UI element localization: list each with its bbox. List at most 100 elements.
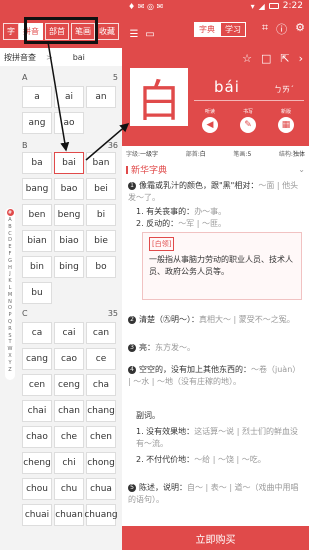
alphabet-index[interactable]: # A B C D E F G H J K L M N O P Q R S T W X Y Z bbox=[5, 208, 15, 380]
pinyin-cell[interactable]: biao bbox=[54, 230, 84, 252]
tab-zidian[interactable]: 字典 bbox=[194, 22, 220, 37]
share-icon[interactable]: ⇱ bbox=[280, 52, 289, 65]
tab-bushou[interactable]: 部首 bbox=[45, 22, 69, 40]
pinyin-cell[interactable]: ben bbox=[22, 204, 52, 226]
pinyin-cell[interactable]: chua bbox=[86, 478, 116, 500]
alphabet-index-item[interactable]: D bbox=[8, 237, 12, 244]
tab-shoucang[interactable]: 收藏 bbox=[95, 22, 119, 40]
pinyin-cell[interactable]: che bbox=[54, 426, 84, 448]
pinyin-cell[interactable]: ba bbox=[22, 152, 52, 174]
alphabet-index-item[interactable]: J bbox=[9, 271, 10, 278]
pinyin-cell[interactable]: chao bbox=[22, 426, 52, 448]
alphabet-index-item[interactable]: E bbox=[8, 244, 11, 251]
pinyin-cell[interactable]: bei bbox=[86, 178, 116, 200]
alphabet-index-item[interactable]: R bbox=[8, 326, 11, 333]
battery-icon bbox=[268, 3, 279, 9]
info-icon[interactable]: ⓘ bbox=[276, 21, 287, 37]
menu-icon[interactable]: ☰ bbox=[126, 29, 142, 40]
alphabet-index-item[interactable]: A bbox=[8, 217, 11, 224]
pinyin-cell[interactable]: chu bbox=[54, 478, 84, 500]
buy-now-button[interactable]: 立即购买 bbox=[122, 526, 309, 550]
pinyin-cell[interactable]: ce bbox=[86, 348, 116, 370]
pinyin-cell[interactable]: chuai bbox=[22, 504, 52, 526]
tab-pinyin[interactable]: 拼音 bbox=[19, 22, 43, 40]
pinyin-cell[interactable]: ao bbox=[54, 112, 84, 134]
pinyin-cell[interactable]: chong bbox=[86, 452, 116, 474]
pinyin-cell[interactable]: beng bbox=[54, 204, 84, 226]
alphabet-index-item[interactable]: F bbox=[9, 251, 12, 258]
pinyin-reading[interactable]: bái bbox=[214, 78, 240, 96]
newbook-button[interactable]: 新版 ▦ bbox=[278, 108, 294, 133]
pinyin-cell[interactable]: chang bbox=[86, 400, 116, 422]
pinyin-cell[interactable]: bian bbox=[22, 230, 52, 252]
square-icon[interactable]: □ bbox=[261, 52, 271, 65]
alphabet-index-item[interactable]: G bbox=[8, 258, 12, 265]
dictionary-source-bar[interactable]: 新华字典 ⌄ bbox=[122, 160, 309, 178]
pinyin-cell[interactable]: bie bbox=[86, 230, 116, 252]
book-icon[interactable]: ▭ bbox=[142, 29, 158, 40]
pinyin-cell[interactable]: ang bbox=[22, 112, 52, 134]
pinyin-cell[interactable]: chi bbox=[54, 452, 84, 474]
character-meta: 字级:一级字 部首:白 笔画:5 结构:独体 bbox=[122, 146, 309, 160]
alphabet-index-item[interactable]: L bbox=[9, 285, 12, 292]
definition-4: 4 空空的，没有加上其他东西的：～卷（juàn） | ～水 | ～地（没有庄稼的地… bbox=[128, 365, 301, 386]
alphabet-index-item[interactable]: H bbox=[8, 265, 12, 272]
tab-bihua[interactable]: 笔画 bbox=[71, 22, 95, 40]
pinyin-cell[interactable]: cai bbox=[54, 322, 84, 344]
pinyin-cell[interactable]: chuang bbox=[84, 504, 118, 526]
alphabet-index-item[interactable]: Z bbox=[8, 367, 11, 374]
pinyin-cell[interactable]: cang bbox=[22, 348, 52, 370]
pinyin-cell[interactable]: chai bbox=[22, 400, 52, 422]
pinyin-cell[interactable]: cheng bbox=[22, 452, 52, 474]
chevron-down-icon[interactable]: ⌄ bbox=[298, 165, 305, 174]
pinyin-cell[interactable]: bi bbox=[86, 204, 116, 226]
pinyin-cell[interactable]: an bbox=[86, 86, 116, 108]
alphabet-index-item[interactable]: M bbox=[8, 292, 12, 299]
tab-xuexi[interactable]: 学习 bbox=[220, 22, 246, 37]
pinyin-cell[interactable]: chan bbox=[54, 400, 84, 422]
pen-icon: ✎ bbox=[240, 117, 256, 133]
pinyin-cell[interactable]: cen bbox=[22, 374, 52, 396]
pinyin-cell[interactable]: bu bbox=[22, 282, 52, 304]
write-button[interactable]: 书写 ✎ bbox=[240, 108, 256, 133]
alphabet-index-item[interactable]: B bbox=[8, 224, 11, 231]
pinyin-cell[interactable]: ca bbox=[22, 322, 52, 344]
pinyin-cell[interactable]: ban bbox=[86, 152, 116, 174]
definition-4-sub-1: 1. 没有效果地：这话算～说 | 烈士们的鲜血没有～流。 bbox=[136, 427, 298, 448]
alphabet-index-item[interactable]: Q bbox=[8, 319, 12, 326]
alphabet-index-item[interactable]: K bbox=[8, 278, 11, 285]
pinyin-cell[interactable]: a bbox=[22, 86, 52, 108]
pinyin-cell[interactable]: bo bbox=[86, 256, 116, 278]
pinyin-cell[interactable]: bin bbox=[22, 256, 52, 278]
pinyin-cell[interactable]: chuan bbox=[54, 504, 84, 526]
alphabet-index-item[interactable]: S bbox=[8, 333, 11, 340]
definition-1-sub-1: 1. 有关丧事的：办～事。 bbox=[136, 207, 227, 216]
alphabet-index-item[interactable]: W bbox=[8, 346, 13, 353]
alphabet-index-item[interactable]: # bbox=[6, 209, 14, 216]
pinyin-cell[interactable]: ai bbox=[54, 86, 84, 108]
settings-icon[interactable]: ⚙ bbox=[295, 21, 305, 37]
alphabet-index-item[interactable]: T bbox=[8, 339, 11, 346]
pinyin-cell[interactable]: bai bbox=[54, 152, 84, 174]
chevron-right-icon[interactable]: › bbox=[299, 52, 303, 65]
alphabet-index-item[interactable]: Y bbox=[8, 360, 11, 367]
alphabet-index-item[interactable]: X bbox=[8, 353, 11, 360]
pinyin-cell[interactable]: bao bbox=[54, 178, 84, 200]
pinyin-search-row[interactable]: 按拼音查 > bai bbox=[0, 48, 122, 66]
pinyin-cell[interactable]: cao bbox=[54, 348, 84, 370]
tab-zi[interactable]: 字 bbox=[3, 22, 19, 40]
alphabet-index-item[interactable]: C bbox=[8, 231, 12, 238]
alphabet-index-item[interactable]: O bbox=[8, 305, 12, 312]
listen-button[interactable]: 听读 ◀ bbox=[202, 108, 218, 133]
pinyin-cell[interactable]: can bbox=[86, 322, 116, 344]
alphabet-index-item[interactable]: N bbox=[8, 299, 12, 306]
pinyin-cell[interactable]: chou bbox=[22, 478, 52, 500]
pinyin-cell[interactable]: bang bbox=[22, 178, 52, 200]
scan-icon[interactable]: ⌗ bbox=[262, 21, 268, 37]
star-icon[interactable]: ☆ bbox=[242, 52, 252, 65]
pinyin-cell[interactable]: bing bbox=[54, 256, 84, 278]
alphabet-index-item[interactable]: P bbox=[8, 312, 11, 319]
pinyin-cell[interactable]: ceng bbox=[54, 374, 84, 396]
pinyin-cell[interactable]: cha bbox=[86, 374, 116, 396]
pinyin-cell[interactable]: chen bbox=[86, 426, 116, 448]
